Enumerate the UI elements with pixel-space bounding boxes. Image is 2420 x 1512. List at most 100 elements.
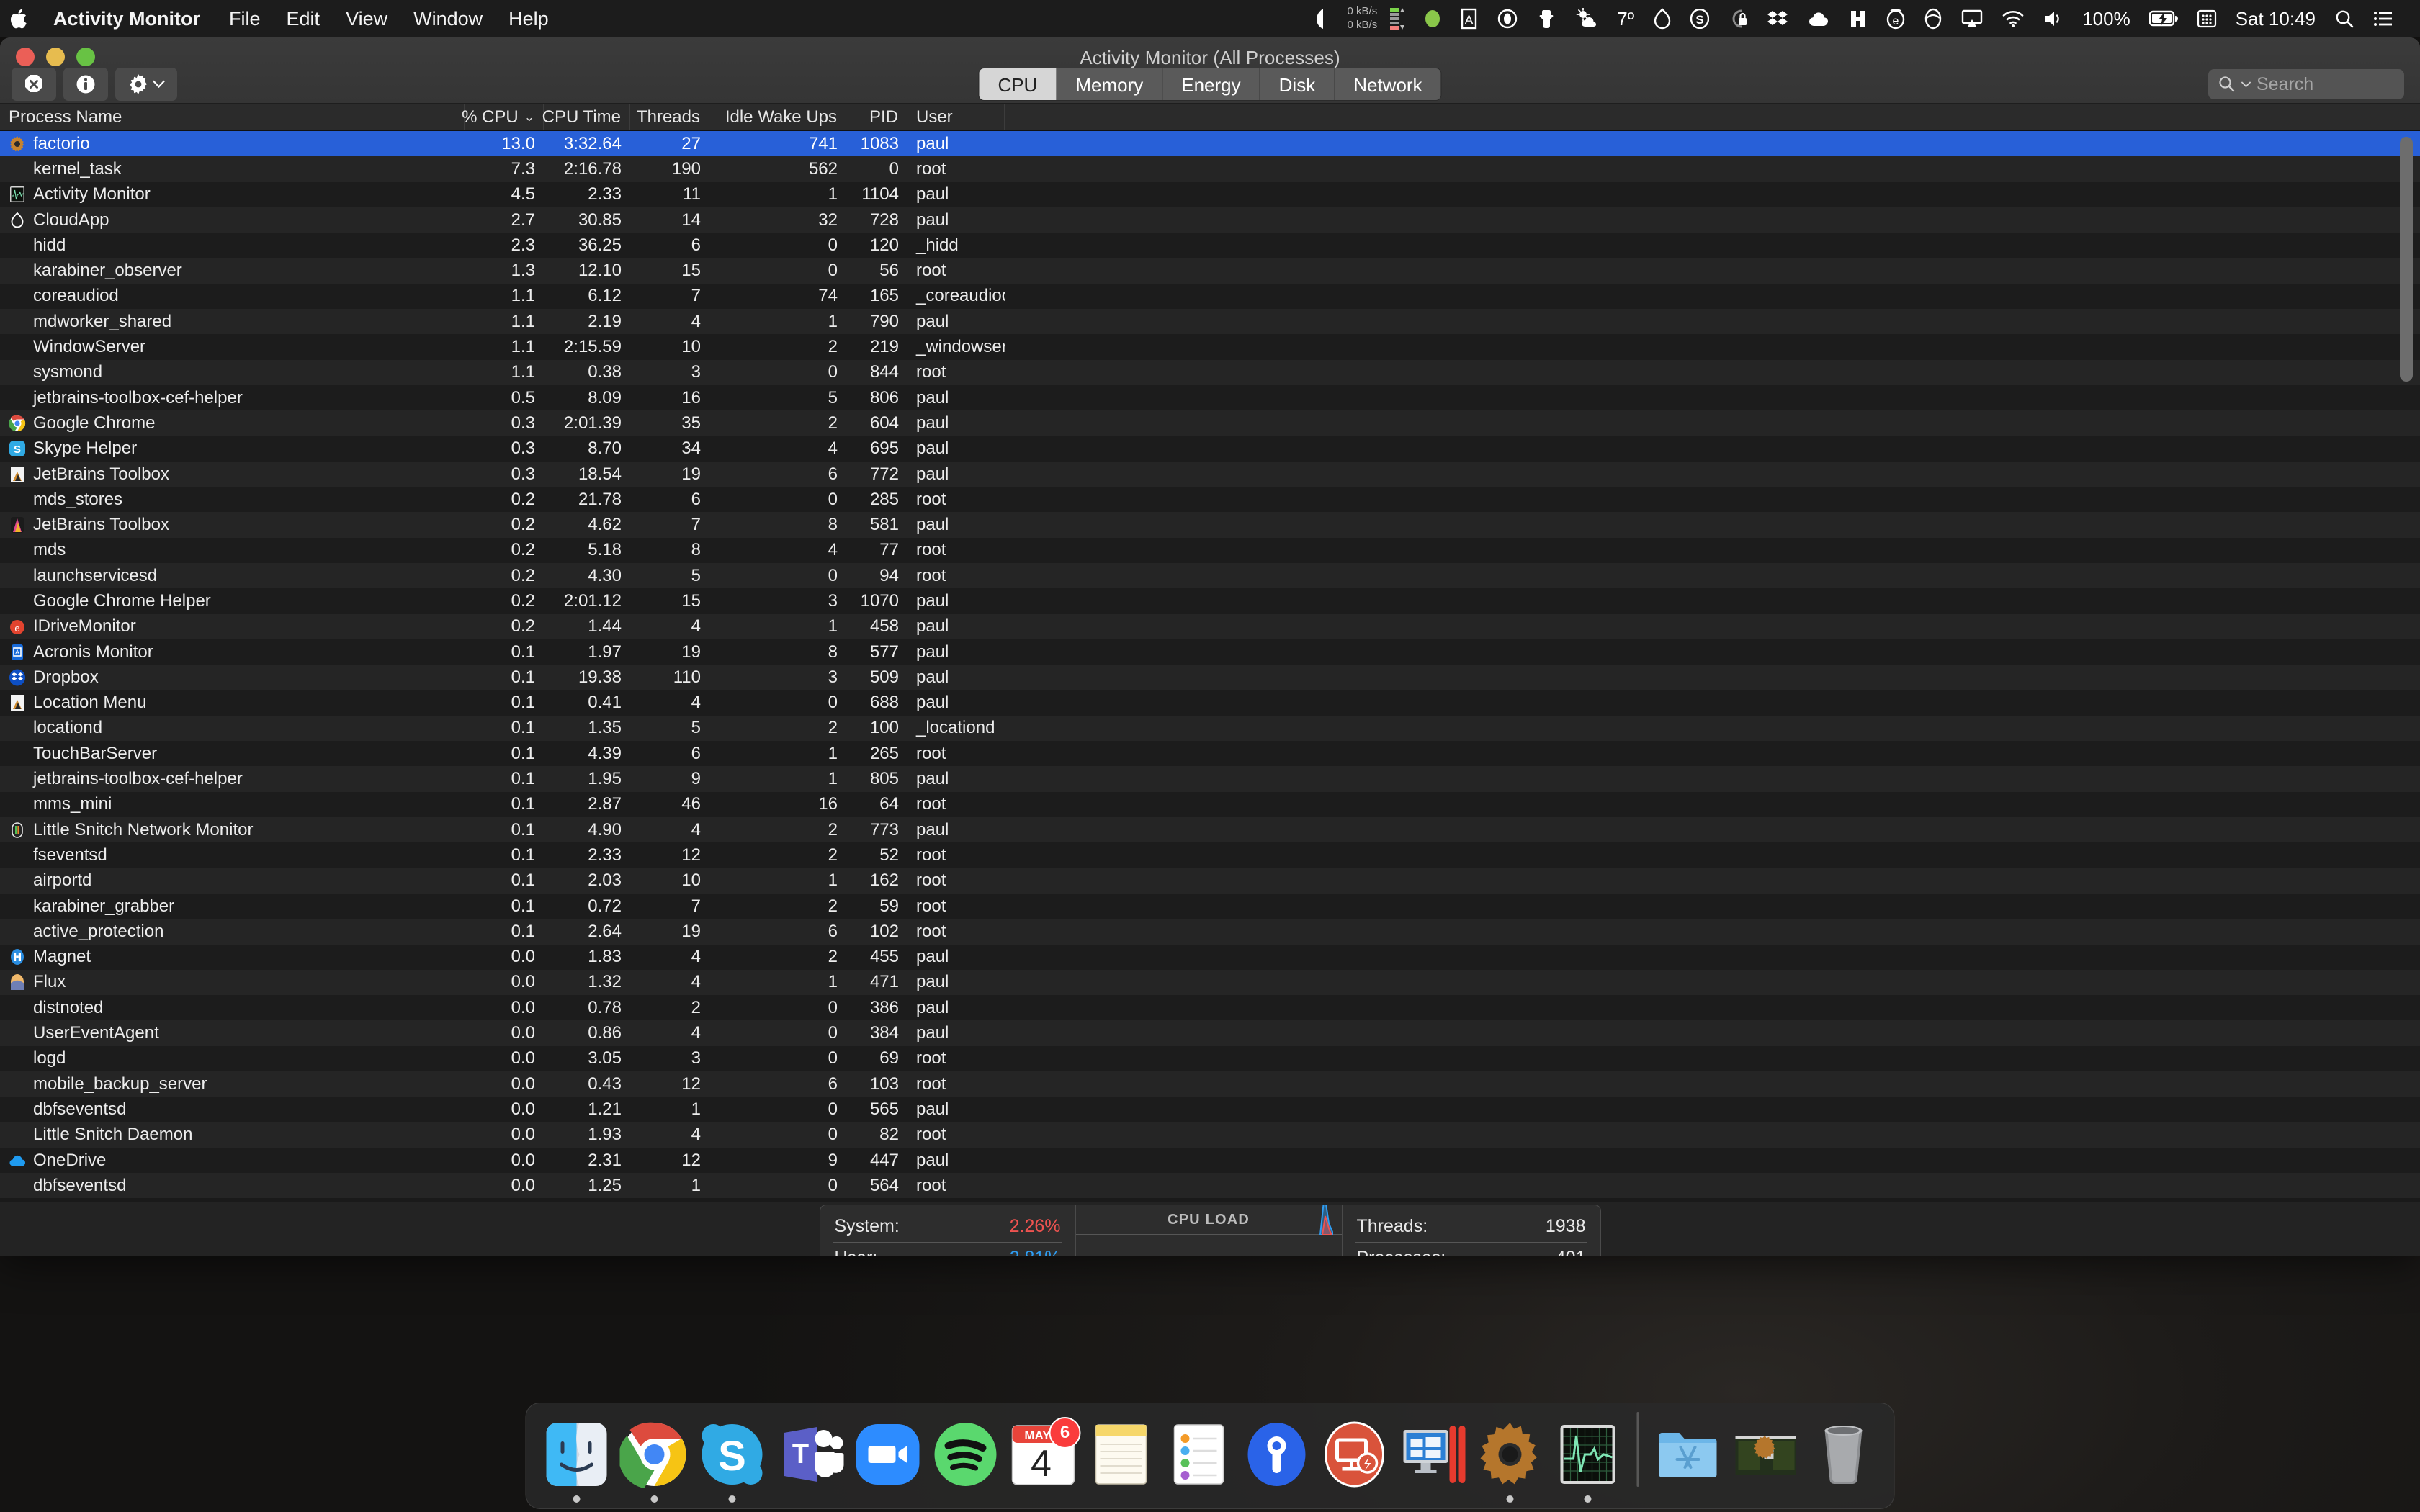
table-row[interactable]: Flux 0.0 1.32 4 1 471 paul [0, 969, 2420, 996]
dock-item-parallels-desktop[interactable] [1394, 1402, 1471, 1503]
flux-icon[interactable] [1914, 0, 1952, 37]
table-row[interactable]: coreaudiod 1.1 6.12 7 74 165 _coreaudiod [0, 283, 2420, 310]
menu-item-window[interactable]: Window [400, 0, 496, 37]
dock-item-notes[interactable] [1083, 1402, 1160, 1503]
table-row[interactable]: mms_mini 0.1 2.87 46 16 64 root [0, 791, 2420, 818]
tab-memory[interactable]: Memory [1057, 68, 1163, 100]
table-row[interactable]: Magnet 0.0 1.83 4 2 455 paul [0, 944, 2420, 970]
tab-cpu[interactable]: CPU [979, 68, 1057, 100]
table-row[interactable]: sysmond 1.1 0.38 3 0 844 root [0, 359, 2420, 385]
column-header-threads[interactable]: Threads [630, 104, 709, 130]
table-row[interactable]: airportd 0.1 2.03 10 1 162 root [0, 868, 2420, 894]
table-row[interactable]: jetbrains-toolbox-cef-helper 0.1 1.95 9 1 805… [0, 766, 2420, 792]
menu-item-view[interactable]: View [333, 0, 400, 37]
textexpander-icon[interactable]: A [1451, 0, 1488, 37]
dock-item-calendar[interactable]: MAY 4 6 [1005, 1402, 1083, 1503]
bartender-icon[interactable] [1306, 0, 1340, 37]
tab-disk[interactable]: Disk [1260, 68, 1335, 100]
vertical-scrollbar[interactable] [2400, 137, 2413, 382]
table-row[interactable]: Little Snitch Network Monitor 0.1 4.90 4 2 77… [0, 817, 2420, 843]
idrive-icon[interactable]: e [1877, 0, 1914, 37]
table-row[interactable]: dbfseventsd 0.0 1.25 1 0 564 root [0, 1173, 2420, 1199]
dock-item-google-chrome[interactable] [616, 1402, 694, 1503]
temperature-indicator[interactable]: 7º [1608, 0, 1644, 37]
spotlight-search-icon[interactable] [2325, 0, 2364, 37]
search-field[interactable]: Search [2208, 69, 2404, 99]
menu-item-edit[interactable]: Edit [274, 0, 333, 37]
table-row[interactable]: distnoted 0.0 0.78 2 0 386 paul [0, 995, 2420, 1021]
column-header-idle-wake-ups[interactable]: Idle Wake Ups [709, 104, 846, 130]
weather-icon[interactable] [1566, 0, 1608, 37]
table-row[interactable]: Activity Monitor 4.5 2.33 11 1 1104 paul [0, 181, 2420, 207]
menu-bar-clock[interactable]: Sat 10:49 [2226, 0, 2325, 37]
dock-item-finder[interactable] [538, 1402, 616, 1503]
column-header-user[interactable]: User [908, 104, 1005, 130]
table-row[interactable]: JetBrains Toolbox 0.3 18.54 19 6 772 paul [0, 461, 2420, 487]
dock-item-reminders[interactable] [1160, 1402, 1238, 1503]
table-row[interactable]: mdworker_shared 1.1 2.19 4 1 790 paul [0, 309, 2420, 335]
battery-charging-icon[interactable] [2140, 0, 2187, 37]
dock-item-skype[interactable]: S [694, 1402, 771, 1503]
skype-icon[interactable]: S [1681, 0, 1718, 37]
magnet-icon[interactable] [1839, 0, 1877, 37]
stop-process-button[interactable] [12, 68, 56, 101]
table-row[interactable]: hidd 2.3 36.25 6 0 120 _hidd [0, 233, 2420, 258]
inspect-process-button[interactable] [63, 68, 108, 101]
network-activity-icon[interactable] [1380, 0, 1415, 37]
onepassword-icon[interactable] [1718, 0, 1757, 37]
dock-item-onepassword[interactable] [1238, 1402, 1316, 1503]
process-table[interactable]: factorio 13.0 3:32.64 27 741 1083 paul kernel_t… [0, 131, 2420, 1202]
network-speed-indicator[interactable]: 0 kB/s 0 kB/s [1340, 0, 1381, 37]
wifi-icon[interactable] [1992, 0, 2034, 37]
table-row[interactable]: OneDrive 0.0 2.31 12 9 447 paul [0, 1147, 2420, 1174]
menu-app-name[interactable]: Activity Monitor [37, 0, 216, 37]
volume-icon[interactable] [2034, 0, 2073, 37]
table-row[interactable]: fseventsd 0.1 2.33 12 2 52 root [0, 842, 2420, 868]
table-row[interactable]: UserEventAgent 0.0 0.86 4 0 384 paul [0, 1020, 2420, 1046]
table-row[interactable]: e IDriveMonitor 0.2 1.44 4 1 458 paul [0, 613, 2420, 639]
apple-logo-icon[interactable] [0, 0, 37, 37]
column-header-cpu[interactable]: % CPU ⌄ [462, 104, 544, 130]
table-row[interactable]: jetbrains-toolbox-cef-helper 0.5 8.09 16 5 80… [0, 384, 2420, 411]
table-row[interactable]: Little Snitch Daemon 0.0 1.93 4 0 82 root [0, 1122, 2420, 1148]
table-row[interactable]: kernel_task 7.3 2:16.78 190 562 0 root [0, 156, 2420, 182]
zero-icon[interactable] [1488, 0, 1527, 37]
column-header-process-name[interactable]: Process Name [0, 104, 465, 130]
table-row[interactable]: A Acronis Monitor 0.1 1.97 19 8 577 paul [0, 639, 2420, 665]
dock-item-zoom[interactable] [849, 1402, 927, 1503]
airplay-icon[interactable] [1952, 0, 1992, 37]
control-center-icon[interactable] [2187, 0, 2226, 37]
table-row[interactable]: logd 0.0 3.05 3 0 69 root [0, 1045, 2420, 1071]
table-row[interactable]: mds_stores 0.2 21.78 6 0 285 root [0, 487, 2420, 513]
dock-item-factorio[interactable] [1471, 1402, 1549, 1503]
table-row[interactable]: launchservicesd 0.2 4.30 5 0 94 root [0, 563, 2420, 589]
cloudapp-icon[interactable] [1644, 0, 1681, 37]
table-row[interactable]: dbfseventsd 0.0 1.21 1 0 565 paul [0, 1097, 2420, 1122]
table-row[interactable]: karabiner_grabber 0.1 0.72 7 2 59 root [0, 893, 2420, 919]
table-row[interactable]: Dropbox 0.1 19.38 110 3 509 paul [0, 665, 2420, 690]
table-row[interactable]: WindowServer 1.1 2:15.59 10 2 219 _windowserve… [0, 334, 2420, 360]
dock-item-trash[interactable] [1805, 1402, 1883, 1503]
dock-item-microsoft-remote-desktop[interactable] [1316, 1402, 1394, 1503]
tab-network[interactable]: Network [1335, 68, 1441, 100]
table-row[interactable]: TouchBarServer 0.1 4.39 6 1 265 root [0, 741, 2420, 767]
menu-item-file[interactable]: File [216, 0, 274, 37]
actions-gear-button[interactable] [115, 68, 177, 101]
table-row[interactable]: S Skype Helper 0.3 8.70 34 4 695 paul [0, 436, 2420, 462]
table-row[interactable]: Google Chrome 0.3 2:01.39 35 2 604 paul [0, 410, 2420, 436]
table-row[interactable]: Location Menu 0.1 0.41 4 0 688 paul [0, 690, 2420, 716]
table-row[interactable]: mds 0.2 5.18 8 4 77 root [0, 537, 2420, 564]
table-row[interactable]: Google Chrome Helper 0.2 2:01.12 15 3 1070 pau… [0, 588, 2420, 614]
table-row[interactable]: mobile_backup_server 0.0 0.43 12 6 103 root [0, 1071, 2420, 1097]
dock-item-activity-monitor[interactable] [1549, 1402, 1627, 1503]
onedrive-icon[interactable] [1798, 0, 1839, 37]
dropbox-icon[interactable] [1757, 0, 1798, 37]
little-snitch-icon[interactable] [1527, 0, 1566, 37]
tab-energy[interactable]: Energy [1162, 68, 1260, 100]
table-row[interactable]: active_protection 0.1 2.64 19 6 102 root [0, 919, 2420, 945]
table-row[interactable]: karabiner_observer 1.3 12.10 15 0 56 root [0, 258, 2420, 284]
menu-item-help[interactable]: Help [496, 0, 562, 37]
column-header-cpu-time[interactable]: CPU Time [542, 104, 630, 130]
green-dot-icon[interactable] [1415, 0, 1451, 37]
column-header-pid[interactable]: PID [846, 104, 908, 130]
